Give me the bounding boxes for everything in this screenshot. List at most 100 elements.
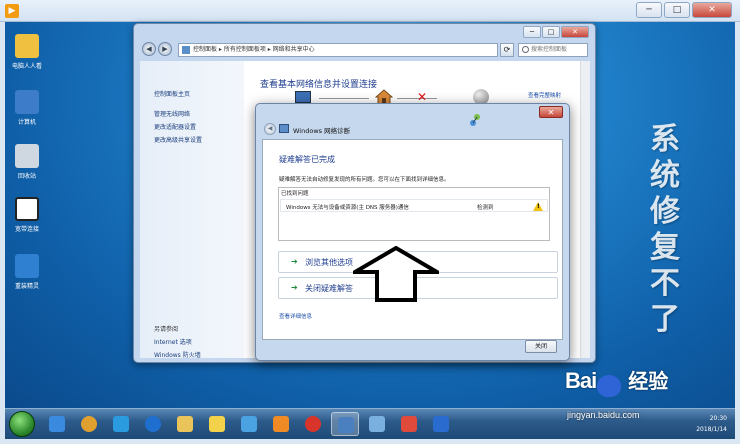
clock[interactable]: 20:30 2018/1/14 bbox=[696, 413, 727, 435]
vm-app-icon: ▶ bbox=[5, 4, 19, 18]
taskbar-search-app[interactable] bbox=[139, 412, 167, 436]
folder-icon bbox=[177, 416, 193, 432]
sidebar-item-home[interactable]: 控制面板主页 bbox=[154, 89, 190, 98]
cp-window-controls: ─ □ ✕ bbox=[523, 26, 589, 38]
vm-window-controls: ─ □ ✕ bbox=[636, 2, 732, 18]
green-arrow-icon: ➔ bbox=[291, 257, 298, 266]
full-map-link[interactable]: 查看完整映射 bbox=[528, 91, 561, 99]
taskbar-chrome[interactable] bbox=[75, 412, 103, 436]
baidu-logo-text: Bai bbox=[565, 368, 597, 393]
recycle-bin-icon bbox=[15, 144, 39, 168]
taskbar-app-blue[interactable] bbox=[427, 412, 455, 436]
chrome-icon bbox=[81, 416, 97, 432]
search-input[interactable]: 搜索控制面板 bbox=[518, 43, 588, 57]
dialog-heading: 疑难解答已完成 bbox=[279, 155, 335, 164]
refresh-button[interactable]: ⟳ bbox=[500, 43, 514, 57]
desktop-icon-computer[interactable]: 计算机 bbox=[6, 90, 48, 126]
network-center-icon bbox=[338, 417, 354, 433]
disconnected-icon: ✕ bbox=[417, 90, 428, 104]
notes-icon bbox=[209, 416, 225, 432]
start-button[interactable] bbox=[9, 411, 35, 437]
taskbar-app-red[interactable] bbox=[299, 412, 327, 436]
baidu-jingyan-text: 经验 bbox=[628, 371, 669, 393]
taskbar-player[interactable] bbox=[267, 412, 295, 436]
sidebar-item-manage-wireless[interactable]: 管理无线网络 bbox=[154, 109, 190, 118]
control-panel-icon bbox=[182, 46, 190, 54]
desktop-icon-user-folder[interactable]: 电脑人人看 bbox=[6, 34, 48, 70]
cp-scrollbar[interactable] bbox=[580, 61, 590, 358]
taskbar-ie[interactable] bbox=[43, 412, 71, 436]
desktop-icon-recycle-bin[interactable]: 回收站 bbox=[6, 144, 48, 180]
address-text: 控制面板 ▸ 所有控制面板项 ▸ 网络和共享中心 bbox=[193, 46, 315, 53]
desktop-icon-label: 电脑人人看 bbox=[11, 63, 42, 70]
taskbar-browser[interactable] bbox=[107, 412, 135, 436]
baidu-jingyan-watermark: Bai 经验 bbox=[565, 365, 669, 398]
see-also-firewall[interactable]: Windows 防火墙 bbox=[154, 350, 201, 359]
sogou-icon bbox=[145, 416, 161, 432]
network-status-icon bbox=[470, 114, 480, 126]
cp-maximize-button[interactable]: □ bbox=[542, 26, 560, 38]
computer-icon bbox=[15, 90, 39, 114]
p-app-icon bbox=[401, 416, 417, 432]
desktop-icon-broadband[interactable]: 宽带连接 bbox=[6, 197, 48, 233]
network-diagnostics-icon bbox=[279, 124, 289, 133]
taskbar-network-center[interactable] bbox=[331, 412, 359, 436]
calligraphy-char: 不 bbox=[650, 266, 680, 301]
browser-icon bbox=[113, 416, 129, 432]
dialog-close-button[interactable]: 关闭 bbox=[525, 340, 557, 353]
annotation-up-arrow-icon bbox=[353, 246, 439, 302]
panda-icon bbox=[15, 197, 39, 221]
taskbar-images[interactable] bbox=[235, 412, 263, 436]
cp-minimize-button[interactable]: ─ bbox=[523, 26, 541, 38]
baidu-paw-icon bbox=[597, 375, 622, 398]
graduation-cap-icon bbox=[15, 254, 39, 278]
network-diagnostics-dialog: ✕ ◀ Windows 网络诊断 疑难解答已完成 疑难解答无法自动修复发现的所有… bbox=[255, 103, 570, 361]
taskbar-explorer[interactable] bbox=[171, 412, 199, 436]
taskbar-notes[interactable] bbox=[203, 412, 231, 436]
dialog-title: Windows 网络诊断 bbox=[293, 127, 351, 135]
warning-icon bbox=[533, 202, 543, 211]
back-button[interactable]: ◀ bbox=[142, 42, 156, 56]
calligraphy-char: 系 bbox=[650, 122, 680, 157]
pen-icon bbox=[369, 416, 385, 432]
problem-row[interactable]: Windows 无法与设备或资源(主 DNS 服务器)通信 检测到 bbox=[280, 199, 548, 212]
wallpaper-calligraphy: 系 统 修 复 不 了 bbox=[645, 122, 685, 338]
taskbar-pen[interactable] bbox=[363, 412, 391, 436]
desktop-icon-label: 重装精灵 bbox=[14, 283, 39, 290]
problem-status: 检测到 bbox=[477, 205, 494, 211]
cp-close-button[interactable]: ✕ bbox=[561, 26, 589, 38]
computer-icon bbox=[295, 91, 311, 103]
app-icon bbox=[433, 416, 449, 432]
search-icon bbox=[522, 46, 529, 53]
explore-options-label: 浏览其他选项 bbox=[305, 258, 353, 267]
green-arrow-icon: ➔ bbox=[291, 283, 298, 292]
address-bar[interactable]: 控制面板 ▸ 所有控制面板项 ▸ 网络和共享中心 bbox=[178, 43, 498, 57]
vm-maximize-button[interactable]: □ bbox=[664, 2, 690, 18]
baidu-url: jingyan.baidu.com bbox=[567, 410, 640, 420]
player-icon bbox=[273, 416, 289, 432]
desktop-icon-label: 宽带连接 bbox=[14, 226, 39, 233]
see-also-internet-options[interactable]: Internet 选项 bbox=[154, 337, 192, 346]
ie-icon bbox=[49, 416, 65, 432]
sidebar-item-sharing-settings[interactable]: 更改高级共享设置 bbox=[154, 135, 202, 144]
vm-titlebar: ▶ ─ □ ✕ bbox=[0, 0, 740, 22]
desktop-icon-label: 回收站 bbox=[17, 173, 36, 180]
cp-sidebar: 控制面板主页 管理无线网络 更改适配器设置 更改高级共享设置 另请参阅 Inte… bbox=[140, 61, 244, 359]
desktop-icon-label: 计算机 bbox=[17, 119, 36, 126]
calligraphy-char: 修 bbox=[650, 194, 680, 229]
close-troubleshooter-label: 关闭疑难解答 bbox=[305, 284, 353, 293]
desktop-icon-reinstall[interactable]: 重装精灵 bbox=[6, 254, 48, 290]
sidebar-item-adapter-settings[interactable]: 更改适配器设置 bbox=[154, 122, 196, 131]
clock-time: 20:30 bbox=[709, 415, 727, 422]
dialog-back-button[interactable]: ◀ bbox=[264, 123, 276, 135]
dialog-close-x-button[interactable]: ✕ bbox=[539, 106, 563, 118]
map-connector bbox=[319, 98, 369, 99]
forward-button[interactable]: ▶ bbox=[158, 42, 172, 56]
calligraphy-char: 统 bbox=[650, 158, 680, 193]
taskbar-app-p[interactable] bbox=[395, 412, 423, 436]
problem-text: Windows 无法与设备或资源(主 DNS 服务器)通信 bbox=[286, 205, 409, 211]
vm-close-button[interactable]: ✕ bbox=[692, 2, 732, 18]
view-details-link[interactable]: 查看详细信息 bbox=[279, 312, 312, 320]
vm-minimize-button[interactable]: ─ bbox=[636, 2, 662, 18]
image-icon bbox=[241, 416, 257, 432]
